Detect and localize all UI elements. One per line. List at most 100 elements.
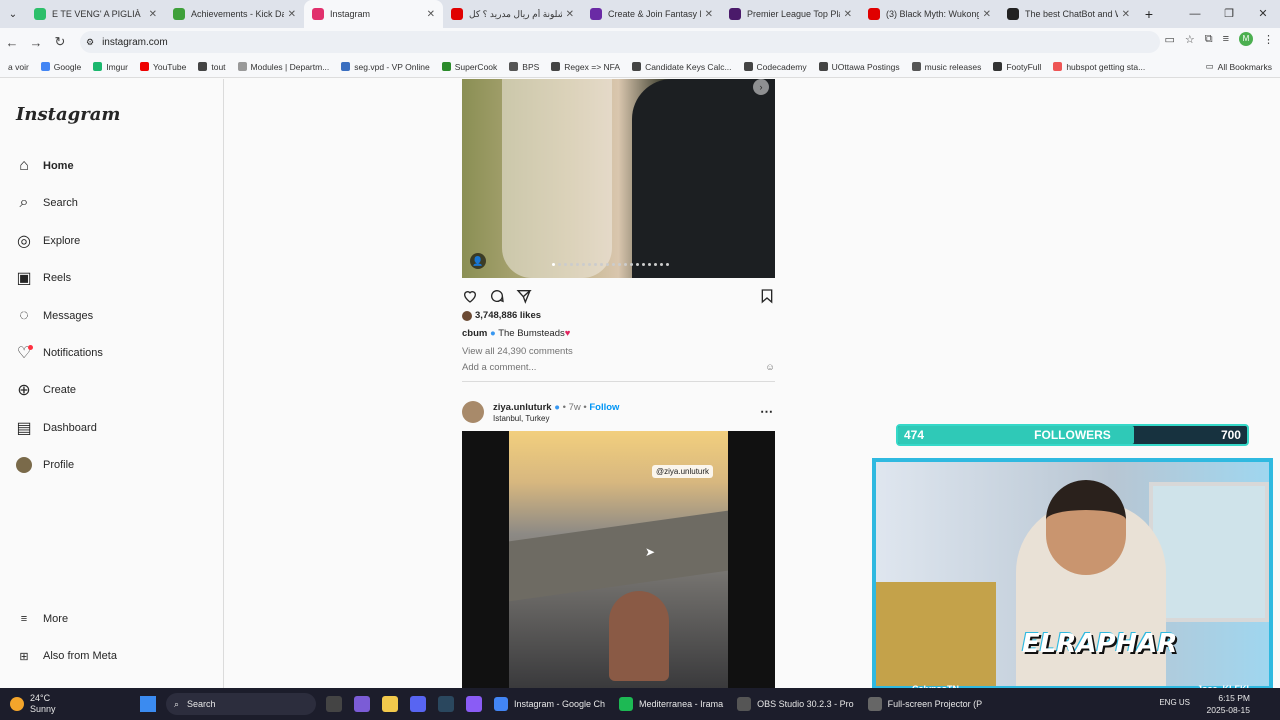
sidebar-item-notifications[interactable]: ♡ Notifications — [0, 338, 224, 368]
post-author[interactable]: ziya.unluturk — [493, 402, 552, 413]
emoji-icon[interactable]: ☺ — [765, 362, 775, 373]
bookmark-11[interactable]: Codecademy — [743, 62, 807, 72]
all-bookmarks[interactable]: ▭ All Bookmarks — [1206, 61, 1272, 72]
profile-avatar[interactable]: M — [1239, 32, 1253, 46]
tab-close-icon[interactable]: ✕ — [566, 9, 574, 20]
avatar[interactable] — [462, 401, 484, 423]
pinned-app-icon[interactable] — [410, 696, 426, 712]
media-icon[interactable]: ≡ — [1223, 33, 1229, 45]
extensions-icon[interactable]: ⧉ — [1205, 33, 1213, 46]
tab-2[interactable]: Instagram ✕ — [304, 0, 443, 28]
follow-button[interactable]: Follow — [589, 402, 619, 413]
bookmark-0[interactable]: a voir — [8, 62, 29, 72]
comment-icon[interactable] — [489, 288, 505, 304]
bookmark-15[interactable]: hubspot getting sta... — [1053, 62, 1145, 72]
reels-icon: ▣ — [16, 270, 32, 288]
bookmark-3[interactable]: YouTube — [139, 62, 186, 72]
back-icon[interactable]: ← — [0, 35, 24, 50]
sidebar-item-dashboard[interactable]: ▤ Dashboard — [0, 413, 224, 443]
tab-1[interactable]: Achievements - Kick Dash ✕ — [165, 0, 304, 28]
tab-3[interactable]: برشلونة أم ريال مدريد ؟ كل ✕ — [443, 0, 582, 28]
streamer-head — [1046, 480, 1126, 575]
pinned-app-icon[interactable] — [382, 696, 398, 712]
tab-6[interactable]: (3) Black Myth: Wukong ✕ — [860, 0, 999, 28]
post-location[interactable]: Istanbul, Turkey — [493, 414, 549, 423]
system-clock[interactable]: 6:15 PM 2025-08-15 — [1207, 692, 1250, 716]
tab-0[interactable]: E TE VENG' A PIGLIÀ ✕ — [26, 0, 165, 28]
sidebar-item-meta[interactable]: ⊞ Also from Meta — [0, 641, 224, 671]
bookmark-8[interactable]: BPS — [509, 62, 539, 72]
sidebar-item-search[interactable]: ⌕ Search — [0, 188, 224, 218]
bookmark-14[interactable]: FootyFull — [993, 62, 1041, 72]
windows-start-icon[interactable] — [140, 696, 156, 712]
bookmark-10[interactable]: Candidate Keys Calc... — [632, 62, 732, 72]
save-icon[interactable] — [759, 288, 775, 304]
tab-close-icon[interactable]: ✕ — [427, 9, 435, 20]
minimize-icon[interactable]: — — [1178, 0, 1212, 28]
cast-icon[interactable]: ▭ — [1164, 33, 1174, 46]
reload-icon[interactable]: ↻ — [48, 34, 72, 50]
pinned-app-icon[interactable] — [466, 696, 482, 712]
tab-close-icon[interactable]: ✕ — [288, 9, 296, 20]
restore-icon[interactable]: ❐ — [1212, 0, 1246, 28]
post-video[interactable]: @ziya.unluturk ➤ — [462, 431, 775, 688]
new-tab-button[interactable]: + — [1138, 6, 1160, 22]
bookmark-4[interactable]: tout — [198, 62, 226, 72]
bookmark-12[interactable]: UOttawa Postings — [818, 62, 900, 72]
tagged-user-icon[interactable]: 👤 — [470, 253, 486, 269]
bookmark-5[interactable]: Modules | Departm... — [237, 62, 329, 72]
taskbar-app-3[interactable]: Full-screen Projector (P — [867, 697, 982, 711]
weather-widget[interactable]: 24°C Sunny — [0, 693, 140, 715]
carousel-next-icon[interactable]: › — [753, 79, 769, 95]
sidebar-item-messages[interactable]: ◌ Messages — [0, 301, 224, 331]
post-image[interactable]: 👤 › — [462, 79, 775, 278]
bookmark-7[interactable]: SuperCook — [441, 62, 497, 72]
site-info-icon[interactable]: ⚙ — [86, 37, 94, 48]
pinned-app-icon[interactable] — [438, 696, 454, 712]
bookmark-13[interactable]: music releases — [911, 62, 981, 72]
sidebar-item-profile[interactable]: Profile — [0, 450, 224, 480]
tab-search-icon[interactable]: ⌄ — [0, 9, 26, 20]
tab-title: Instagram — [330, 9, 371, 19]
bookmark-icon — [632, 62, 642, 71]
more-options-icon[interactable]: ⋯ — [760, 404, 773, 420]
tab-close-icon[interactable]: ✕ — [705, 9, 713, 20]
star-icon[interactable]: ☆ — [1185, 33, 1195, 46]
tab-7[interactable]: The best ChatBot and Wr ✕ — [999, 0, 1138, 28]
hamburger-icon: ≡ — [20, 613, 28, 625]
tab-close-icon[interactable]: ✕ — [844, 9, 852, 20]
share-icon[interactable] — [516, 288, 532, 304]
menu-icon[interactable]: ⋮ — [1263, 33, 1274, 46]
pinned-app-icon[interactable] — [326, 696, 342, 712]
language-indicator[interactable]: ENG US — [1159, 698, 1190, 707]
taskbar-search[interactable]: ⌕ Search — [166, 693, 316, 715]
bookmark-2[interactable]: Imgur — [93, 62, 128, 72]
bookmark-1[interactable]: Google — [40, 62, 81, 72]
forward-icon[interactable]: → — [24, 35, 48, 50]
sidebar-item-reels[interactable]: ▣ Reels — [0, 263, 224, 293]
likes-count[interactable]: 3,748,886 likes — [462, 310, 541, 321]
view-all-comments-link[interactable]: View all 24,390 comments — [462, 346, 573, 357]
taskbar-app-2[interactable]: OBS Studio 30.2.3 - Pro — [737, 697, 854, 711]
tab-close-icon[interactable]: ✕ — [1122, 9, 1130, 20]
close-icon[interactable]: ✕ — [1246, 0, 1280, 28]
url-field[interactable]: ⚙ instagram.com — [80, 31, 1160, 53]
bookmark-6[interactable]: seg.vpd - VP Online — [341, 62, 430, 72]
taskbar-app-0[interactable]: Instagram - Google Ch — [494, 697, 605, 711]
bookmark-9[interactable]: Regex => NFA — [551, 62, 620, 72]
pinned-app-icon[interactable] — [354, 696, 370, 712]
sidebar-item-explore[interactable]: ◎ Explore — [0, 226, 224, 256]
tab-close-icon[interactable]: ✕ — [983, 9, 991, 20]
tab-close-icon[interactable]: ✕ — [149, 9, 157, 20]
taskbar-app-1[interactable]: Mediterranea - Irama — [619, 697, 723, 711]
sidebar-item-more[interactable]: ≡ More — [0, 604, 224, 634]
instagram-logo[interactable]: Instagram — [16, 104, 120, 125]
tab-4[interactable]: Create & Join Fantasy Foo ✕ — [582, 0, 721, 28]
tab-5[interactable]: Premier League Top Playe ✕ — [721, 0, 860, 28]
caption-author[interactable]: cbum — [462, 328, 487, 339]
app-icon — [867, 697, 882, 711]
sidebar-item-create[interactable]: ⊕ Create — [0, 375, 224, 405]
like-icon[interactable] — [462, 288, 478, 304]
sidebar-item-home[interactable]: ⌂ Home — [0, 151, 224, 181]
add-comment-field[interactable]: Add a comment... ☺ — [462, 362, 775, 382]
